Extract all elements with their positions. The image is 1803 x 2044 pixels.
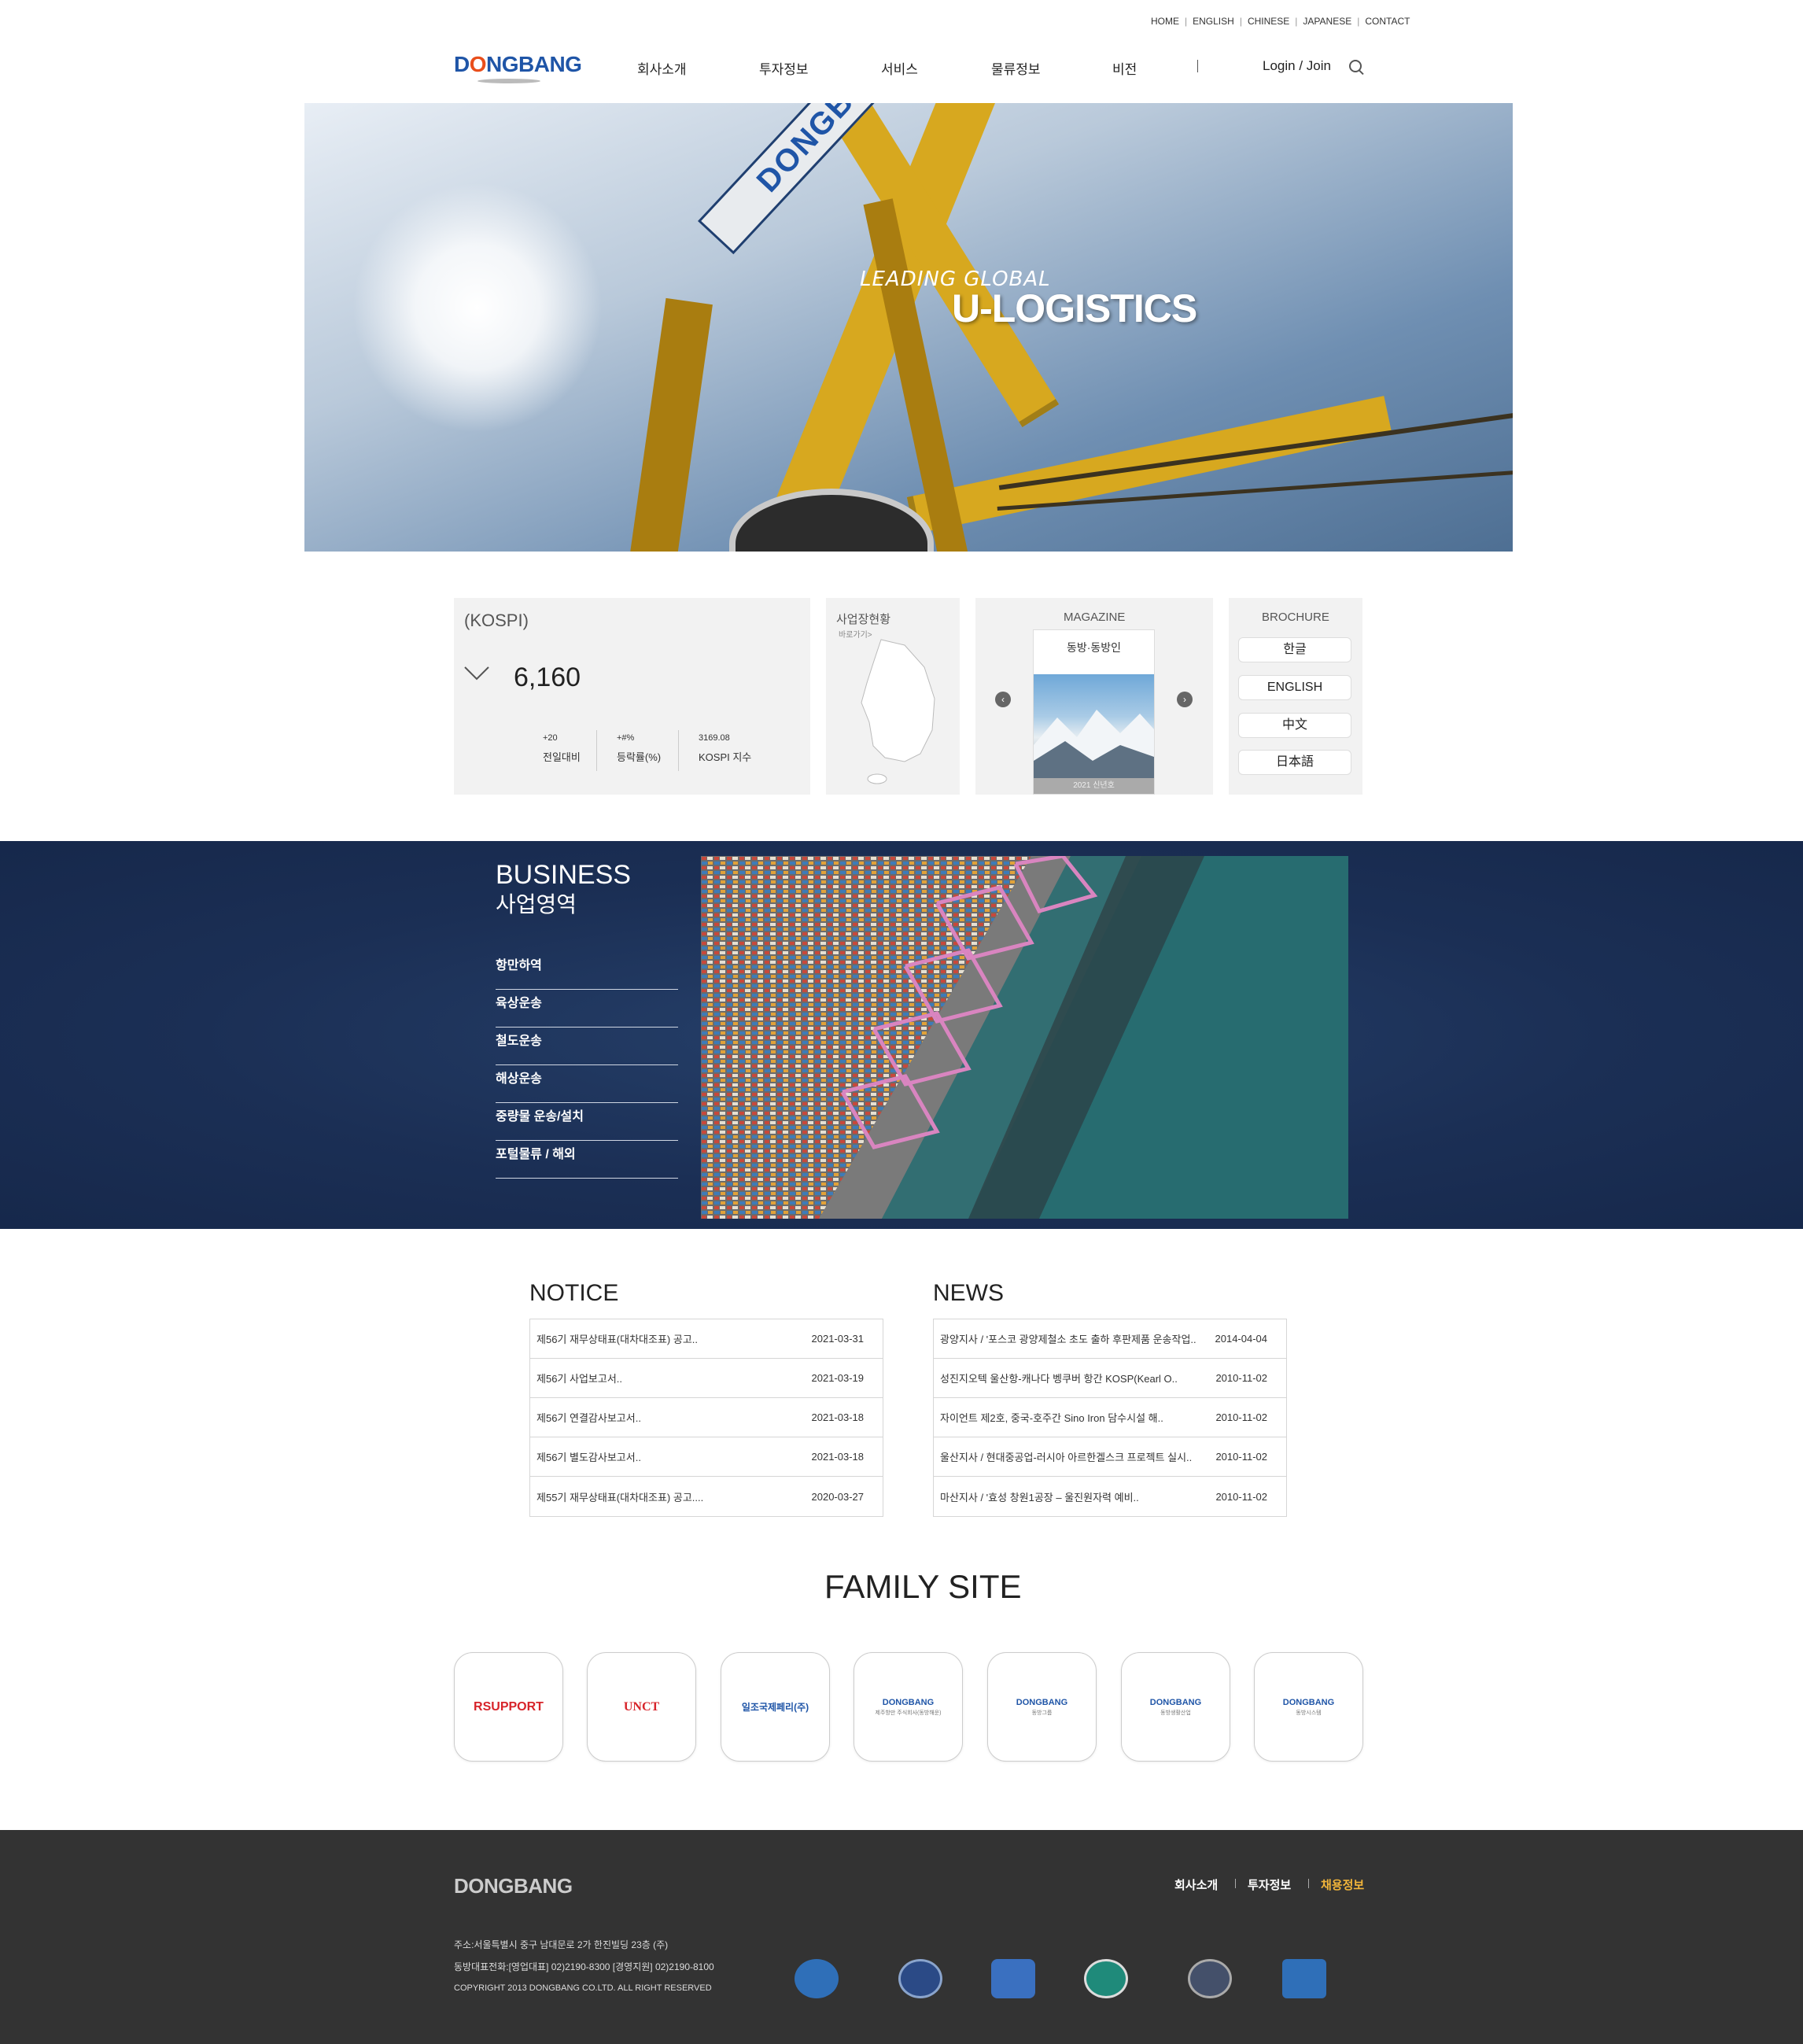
news-list: 광양지사 / '포스코 광양제철소 초도 출하 후판제품 운송작업.. 2014-… (933, 1319, 1287, 1517)
footer-logo: DONGBANG (454, 1874, 573, 1898)
news-row[interactable]: 자이언트 제2호, 중국-호주간 Sino Iron 담수시설 해.. 2010-… (934, 1398, 1286, 1437)
footer-copyright: COPYRIGHT 2013 DONGBANG CO.LTD. ALL RIGH… (454, 1983, 712, 1993)
partner-logo-icon (795, 1959, 839, 1998)
hero-headline: U-LOGISTICS (952, 286, 1197, 330)
logo-swoosh (477, 79, 540, 83)
chevron-down-icon (464, 666, 489, 681)
news-row[interactable]: 광양지사 / '포스코 광양제철소 초도 출하 후판제품 운송작업.. 2014-… (934, 1319, 1286, 1359)
business-item-rail[interactable]: 철도운송 (496, 1028, 678, 1065)
notice-row[interactable]: 제56기 재무상태표(대차대조표) 공고.. 2021-03-31 (530, 1319, 883, 1359)
stat-divider (678, 730, 679, 771)
footer-phone: 동방대표전화:[영업대표] 02)2190-8300 [경영지원] 02)219… (454, 1961, 714, 1972)
kospi-stat-change: +20 전일대비 (543, 733, 581, 763)
footer-menu-recruit[interactable]: 채용정보 (1321, 1876, 1364, 1893)
arrow-right-icon[interactable]: › (1177, 692, 1193, 707)
business-title-ko: 사업영역 (496, 892, 577, 917)
notice-row[interactable]: 제56기 연결감사보고서.. 2021-03-18 (530, 1398, 883, 1437)
partner-ilc-icon (1084, 1959, 1128, 1998)
family-site-title: FAMILY SITE (824, 1568, 1022, 1605)
business-item-port[interactable]: 항만하역 (496, 952, 678, 990)
news-row[interactable]: 성진지오텍 울산항-캐나다 벵쿠버 항간 KOSP(Kearl O.. 2010-… (934, 1359, 1286, 1398)
news-row[interactable]: 마산지사 / '효성 창원1공장 – 울진원자력 예비.. 2010-11-02 (934, 1477, 1286, 1516)
hero-banner: DONGBANG (304, 103, 1513, 552)
news-title: NEWS (933, 1280, 1004, 1306)
gnb-logistics[interactable]: 물류정보 (991, 58, 1041, 78)
port-aerial-image (701, 856, 1348, 1219)
family-site-rsupport[interactable]: RSUPPORT (454, 1652, 563, 1762)
partner-seal-icon (898, 1959, 942, 1998)
business-item-heavy[interactable]: 중량물 운송/설치 (496, 1103, 678, 1141)
util-home-link[interactable]: HOME (1145, 16, 1185, 27)
gnb-vision[interactable]: 비전 (1112, 58, 1137, 78)
footer-menu-company[interactable]: 회사소개 (1174, 1876, 1218, 1893)
kospi-value: 6,160 (514, 662, 581, 692)
magazine-cover[interactable]: 동방·동방인 2021 신년호 (1033, 629, 1155, 795)
family-site-ferry[interactable]: 일조국제페리(주) (721, 1652, 830, 1762)
business-title-en: BUSINESS (496, 860, 631, 890)
notice-row[interactable]: 제56기 별도감사보고서.. 2021-03-18 (530, 1437, 883, 1477)
page-root: { "util_nav": ["HOME", "ENGLISH", "CHINE… (0, 0, 1803, 2044)
business-item-portal[interactable]: 포털물류 / 해외 (496, 1141, 678, 1179)
logo-text: DONGBANG (454, 52, 582, 76)
business-map-title: 사업장현황 (836, 613, 891, 626)
header-divider (1197, 60, 1198, 72)
brochure-title: BROCHURE (1262, 611, 1329, 624)
util-contact-link[interactable]: CONTACT (1359, 16, 1415, 27)
family-site-unct[interactable]: UNCT (587, 1652, 696, 1762)
family-site-dongbang-2[interactable]: DONGBANG 동방그룹 (987, 1652, 1097, 1762)
ship-hull (729, 489, 934, 552)
util-chinese-link[interactable]: CHINESE (1242, 16, 1295, 27)
magazine-cover-image (1034, 674, 1154, 780)
brochure-english-button[interactable]: ENGLISH (1238, 675, 1351, 700)
brochure-japanese-button[interactable]: 日本語 (1238, 750, 1351, 775)
family-site-dongbang-3[interactable]: DONGBANG 동방생활산업 (1121, 1652, 1230, 1762)
notice-title: NOTICE (529, 1280, 619, 1306)
gnb-investment[interactable]: 투자정보 (759, 58, 809, 78)
business-item-sea[interactable]: 해상운송 (496, 1065, 678, 1103)
brochure-korean-button[interactable]: 한글 (1238, 637, 1351, 662)
footer-address: 주소:서울특별시 중구 남대문로 2가 한진빌딩 23층 (주) (454, 1939, 669, 1950)
family-site-dongbang-1[interactable]: DONGBANG 제주항만 주식회사(동방해운) (854, 1652, 963, 1762)
news-row[interactable]: 울산지사 / 현대중공업-러시아 아르한겔스크 프로젝트 실시.. 2010-11… (934, 1437, 1286, 1477)
util-japanese-link[interactable]: JAPANESE (1297, 16, 1357, 27)
login-join-link[interactable]: Login / Join (1263, 58, 1331, 74)
kospi-stat-index: 3169.08 KOSPI 지수 (699, 733, 752, 763)
gnb-service[interactable]: 서비스 (881, 58, 918, 78)
notice-row[interactable]: 제56기 사업보고서.. 2021-03-19 (530, 1359, 883, 1398)
magazine-book-title: 동방·동방인 (1066, 641, 1122, 654)
brochure-chinese-button[interactable]: 中文 (1238, 713, 1351, 738)
footer-menu-investment[interactable]: 투자정보 (1248, 1876, 1291, 1893)
partner-emblem-icon (991, 1959, 1035, 1998)
partner-aeo-icon (1282, 1959, 1326, 1998)
partner-circle-icon (1188, 1959, 1232, 1998)
korea-map-icon (861, 639, 935, 784)
magazine-title: MAGAZINE (1064, 611, 1126, 624)
gnb-company[interactable]: 회사소개 (637, 58, 687, 78)
utility-nav: HOME | ENGLISH | CHINESE | JAPANESE | CONTACT (1145, 16, 1415, 27)
notice-list: 제56기 재무상태표(대차대조표) 공고.. 2021-03-31 제56기 사업… (529, 1319, 883, 1517)
footer-divider (1235, 1879, 1236, 1888)
stat-divider (596, 730, 597, 771)
site-logo[interactable]: DONGBANG (454, 52, 588, 85)
crane-leg (620, 297, 713, 552)
business-item-land[interactable]: 육상운송 (496, 990, 678, 1028)
sun-glare (352, 182, 603, 434)
util-english-link[interactable]: ENGLISH (1187, 16, 1240, 27)
kospi-stat-rate: +#% 등락률(%) (617, 733, 662, 763)
kospi-title: (KOSPI) (464, 611, 529, 630)
family-site-dongbang-4[interactable]: DONGBANG 동방시스템 (1254, 1652, 1363, 1762)
footer (0, 1830, 1803, 2044)
magazine-caption: 2021 신년호 (1034, 778, 1154, 794)
footer-divider (1308, 1879, 1309, 1888)
search-icon[interactable] (1349, 60, 1362, 72)
arrow-left-icon[interactable]: ‹ (995, 692, 1011, 707)
notice-row[interactable]: 제55기 재무상태표(대차대조표) 공고.... 2020-03-27 (530, 1477, 883, 1516)
